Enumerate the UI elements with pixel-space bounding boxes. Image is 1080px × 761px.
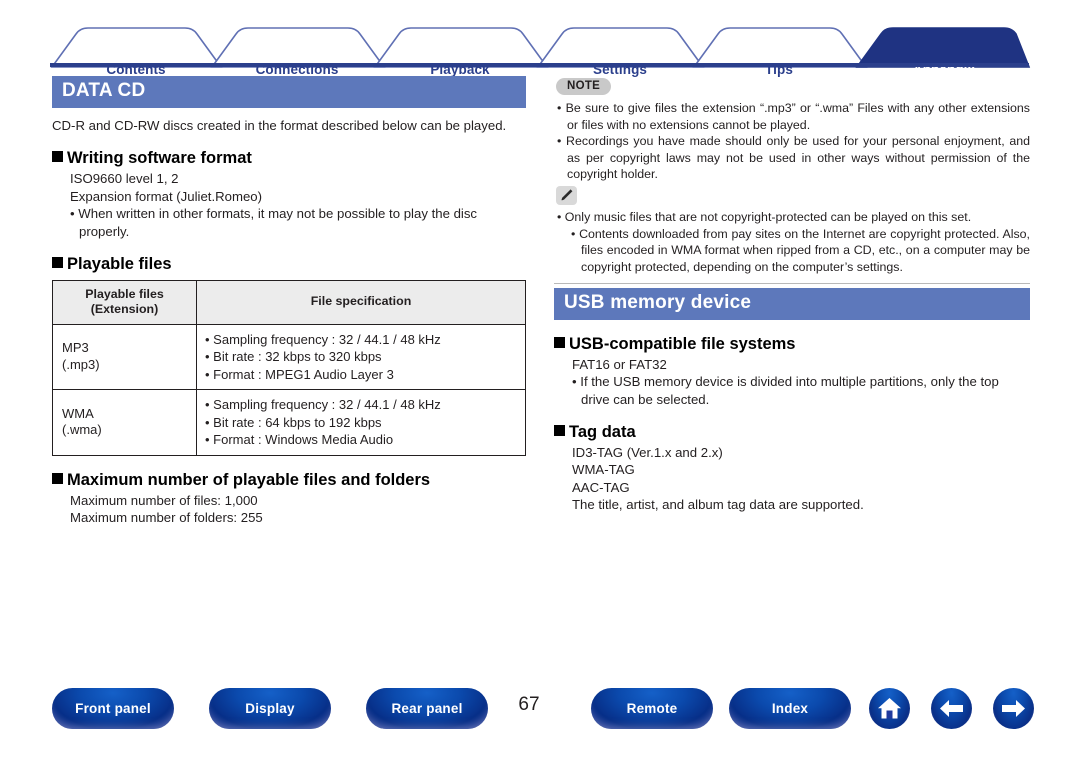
writing-bullet-1: When written in other formats, it may no… xyxy=(70,205,526,240)
right-column: NOTE Be sure to give files the extension… xyxy=(554,76,1030,514)
heading-writing-software-format: Writing software format xyxy=(52,149,526,169)
pencil-icon xyxy=(556,186,577,206)
page-number: 67 xyxy=(518,694,540,715)
heading-maximum-number: Maximum number of playable files and fol… xyxy=(52,471,526,491)
home-glyph xyxy=(878,698,901,719)
writing-line-1: ISO9660 level 1, 2 xyxy=(70,171,179,187)
table-header-format: Playable files (Extension) xyxy=(52,279,197,325)
maximum-folders-line: Maximum number of folders: 255 xyxy=(70,510,263,525)
home-icon[interactable] xyxy=(869,688,910,729)
format-extension: (.wma) xyxy=(62,422,102,438)
note-item: Recordings you have made should only be … xyxy=(557,133,1030,183)
tip-item: Only music files that are not copyright-… xyxy=(557,209,1030,226)
heading-text: USB-compatible file systems xyxy=(569,335,796,353)
tab-baseline xyxy=(50,63,1029,67)
square-bullet-icon xyxy=(52,472,63,484)
tip-subitem: Contents downloaded from pay sites on th… xyxy=(571,226,1030,276)
table-cell-format-mp3: MP3 (.mp3) xyxy=(52,323,197,391)
display-button[interactable]: Display xyxy=(209,688,331,729)
format-name: WMA xyxy=(62,405,94,421)
playable-files-table: Playable files (Extension) File specific… xyxy=(52,279,526,456)
format-extension: (.mp3) xyxy=(62,356,100,372)
table-cell-format-wma: WMA (.wma) xyxy=(52,389,197,456)
tag-data-line: WMA-TAG xyxy=(572,462,635,478)
spec-line: Format : Windows Media Audio xyxy=(205,431,520,449)
spec-line: Bit rate : 64 kbps to 192 kbps xyxy=(205,414,520,432)
section-divider xyxy=(554,283,1030,285)
arrow-right-glyph xyxy=(1002,700,1025,717)
spec-line: Sampling frequency : 32 / 44.1 / 48 kHz xyxy=(205,396,520,414)
spec-line: Format : MPEG1 Audio Layer 3 xyxy=(205,366,520,384)
square-bullet-icon xyxy=(52,256,63,268)
section-title-data-cd: DATA CD xyxy=(52,76,526,108)
table-header-file-specification: File specification xyxy=(196,279,526,325)
square-bullet-icon xyxy=(554,337,565,348)
rear-panel-button[interactable]: Rear panel xyxy=(366,688,488,729)
table-header-row: Playable files (Extension) File specific… xyxy=(52,279,526,325)
spec-line: Sampling frequency : 32 / 44.1 / 48 kHz xyxy=(205,331,520,349)
arrow-left-icon[interactable] xyxy=(931,688,972,729)
format-name: MP3 xyxy=(62,339,89,355)
heading-usb-compatible-file-systems: USB-compatible file systems xyxy=(554,335,1030,355)
spec-line: Bit rate : 32 kbps to 320 kbps xyxy=(205,348,520,366)
table-cell-specs-mp3: Sampling frequency : 32 / 44.1 / 48 kHz … xyxy=(196,323,526,391)
usb-fs-line: FAT16 or FAT32 xyxy=(572,356,667,372)
arrow-left-glyph xyxy=(940,700,963,717)
square-bullet-icon xyxy=(52,151,63,163)
usb-fs-bullet: If the USB memory device is divided into… xyxy=(572,373,1030,408)
heading-text: Writing software format xyxy=(67,149,252,168)
section-title-usb-memory-device: USB memory device xyxy=(554,288,1030,320)
heading-text: Playable files xyxy=(67,254,172,273)
table-cell-specs-wma: Sampling frequency : 32 / 44.1 / 48 kHz … xyxy=(196,389,526,456)
heading-playable-files: Playable files xyxy=(52,255,526,275)
footer-navigation: Front panel Display Rear panel 67 Remote… xyxy=(0,688,1080,734)
table-row: WMA (.wma) Sampling frequency : 32 / 44.… xyxy=(52,389,526,456)
writing-line-2: Expansion format (Juliet.Romeo) xyxy=(70,188,263,204)
intro-paragraph: CD-R and CD-RW discs created in the form… xyxy=(52,117,507,133)
front-panel-button[interactable]: Front panel xyxy=(52,688,174,729)
tag-data-line: AAC-TAG xyxy=(572,479,630,495)
table-row: MP3 (.mp3) Sampling frequency : 32 / 44.… xyxy=(52,323,526,391)
maximum-files-line: Maximum number of files: 1,000 xyxy=(70,492,258,508)
index-button[interactable]: Index xyxy=(729,688,851,729)
remote-button[interactable]: Remote xyxy=(591,688,713,729)
heading-tag-data: Tag data xyxy=(554,423,1030,443)
heading-text: Maximum number of playable files and fol… xyxy=(67,470,431,489)
table-header-format-line2: (Extension) xyxy=(90,302,159,317)
left-column: DATA CD CD-R and CD-RW discs created in … xyxy=(52,76,526,526)
note-item: Be sure to give files the extension “.mp… xyxy=(557,100,1030,133)
square-bullet-icon xyxy=(554,425,565,437)
arrow-right-icon[interactable] xyxy=(993,688,1034,729)
tag-data-line: ID3-TAG (Ver.1.x and 2.x) xyxy=(572,444,723,460)
table-header-format-line1: Playable files xyxy=(85,286,164,301)
heading-text: Tag data xyxy=(569,423,636,442)
note-badge: NOTE xyxy=(556,78,612,95)
tag-data-line: The title, artist, and album tag data ar… xyxy=(572,497,864,513)
